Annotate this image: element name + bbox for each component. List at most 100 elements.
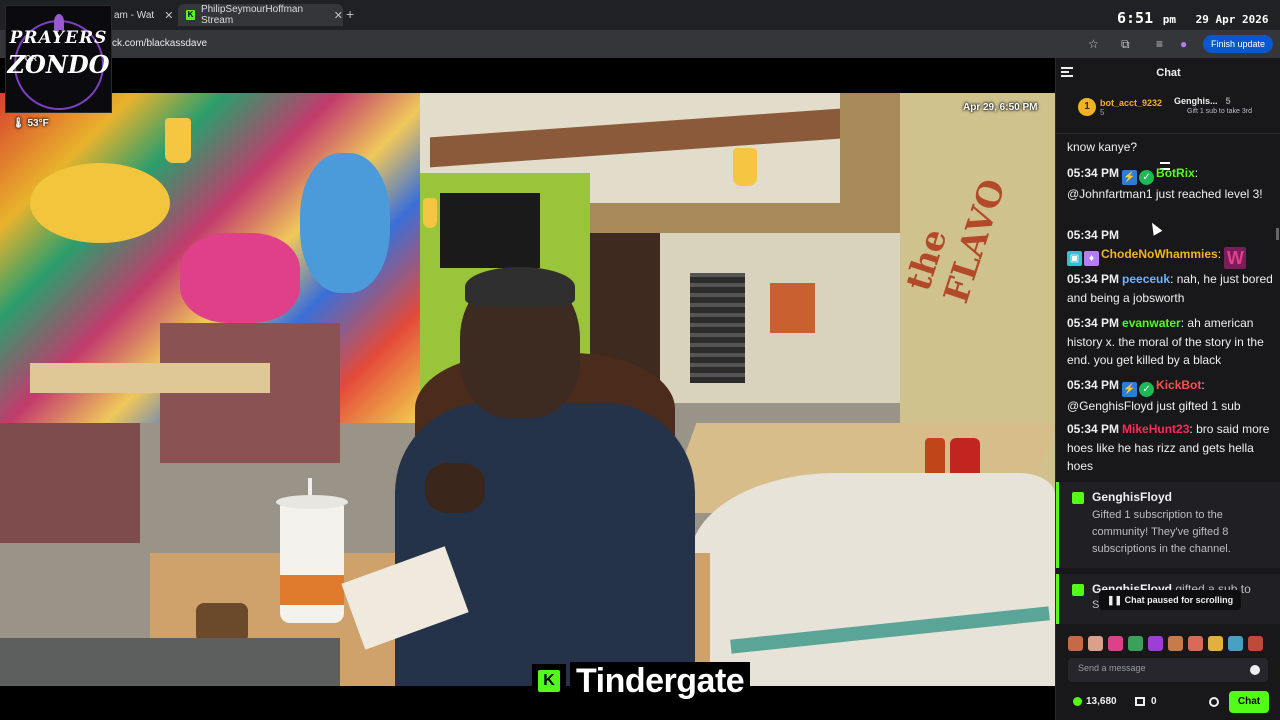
mural-shape (300, 153, 390, 293)
bot-badge-icon: ⚡ (1122, 170, 1138, 185)
wall-tv (440, 193, 540, 268)
mural-shape (30, 163, 170, 243)
chat-title: Chat (1156, 67, 1181, 79)
emote-icon[interactable] (1148, 636, 1163, 651)
staircase (690, 273, 745, 383)
close-icon[interactable]: ✕ (164, 9, 173, 22)
emote-icon[interactable] (1168, 636, 1183, 651)
message-username[interactable]: evanwater (1122, 316, 1181, 330)
chat-message: 05:34 PM ⚡ ✓ KickBot: @GenghisFloyd just gi… (1067, 378, 1241, 413)
tab-title: PhilipSeymourHoffman Stream (200, 4, 304, 26)
extensions-icon[interactable]: ⧉ (1121, 37, 1130, 52)
message-text: know kanye? (1067, 140, 1138, 154)
mural-shape (180, 233, 300, 323)
emote-icon[interactable] (1248, 636, 1263, 651)
chat-message: 05:34 PM evanwater: ah american history x… (1067, 316, 1264, 367)
cup-band (280, 575, 344, 605)
viewers-icon (1073, 697, 1082, 706)
chat-message: 05:34 PM ⚡ ✓ BotRix: @Johnfartman1 just rea… (1067, 166, 1263, 201)
chat-footer: 13,680 0 Chat (1056, 690, 1280, 720)
w-emote-icon: W (1224, 246, 1247, 269)
clock-date: 29 Apr 2026 (1195, 13, 1269, 26)
video-player[interactable]: the FLAVO (0, 93, 1055, 686)
finish-update-button[interactable]: Finish update (1203, 35, 1274, 53)
video-bottom-letterbox (0, 686, 1055, 720)
jar (196, 603, 248, 643)
message-time: 05:34 PM (1067, 316, 1120, 330)
emote-icon[interactable] (1108, 636, 1123, 651)
drink-cup (276, 495, 348, 623)
emote-icon[interactable] (1208, 636, 1223, 651)
url-field[interactable]: ck.com/blackassdave (112, 38, 207, 49)
chat-paused-banner[interactable]: ❚❚ Chat paused for scrolling (1099, 590, 1242, 610)
emote-icon[interactable] (1068, 636, 1083, 651)
rank-medal-icon: 1 (1078, 98, 1096, 116)
emote-icon[interactable] (1088, 636, 1103, 651)
leaderboard-entry[interactable]: Genghis... 5 (1174, 96, 1231, 106)
emote-bar (1068, 636, 1268, 651)
logo-text-main: ZONDO (7, 50, 110, 79)
gear-icon[interactable] (1209, 697, 1219, 707)
gift-event-card: GenghisFloyd gifted a sub to S ❚❚ Chat p… (1056, 574, 1280, 624)
prayers-for-zondo-logo: PRAYERS FOR ZONDO (5, 5, 112, 113)
message-username[interactable]: MikeHunt23 (1122, 422, 1189, 436)
message-username[interactable]: KickBot (1156, 378, 1201, 392)
pendant-lamp (165, 118, 191, 163)
viewer-count: 13,680 (1073, 696, 1117, 707)
clock-overlay: 6:51 pm 29 Apr 2026 (1117, 8, 1269, 27)
video-timestamp: Apr 29, 6:50 PM (963, 102, 1038, 113)
leaderboard-count: 5 (1225, 96, 1231, 106)
blanket (0, 638, 340, 686)
clock-ampm: pm (1162, 13, 1177, 26)
send-chat-button[interactable]: Chat (1229, 691, 1269, 713)
tab-stream-2[interactable]: K PhilipSeymourHoffman Stream ✕ (178, 4, 343, 26)
gift-count[interactable]: 0 (1135, 696, 1157, 707)
emote-icon[interactable] (1188, 636, 1203, 651)
kick-logo: K (532, 664, 566, 698)
temperature-readout: 🌡 53°F (12, 118, 49, 129)
logo-text-top: PRAYERS (9, 28, 108, 48)
message-text: @GenghisFloyd just gifted 1 sub (1067, 399, 1241, 413)
booth (160, 323, 340, 463)
cup-lid (276, 495, 348, 509)
chat-scrollbar[interactable] (1276, 228, 1279, 240)
verified-badge-icon: ✓ (1139, 170, 1155, 185)
wall-lettering: the FLAVO (898, 174, 1014, 308)
new-tab-button[interactable]: + (346, 6, 354, 22)
gifter-badge-icon: ♦ (1084, 250, 1099, 266)
clock-time: 6:51 (1117, 9, 1154, 27)
profile-avatar-icon[interactable]: ● (1180, 37, 1187, 51)
white-cloth (690, 473, 1055, 686)
man-eating (395, 263, 695, 686)
message-time: 05:34 PM (1067, 422, 1120, 436)
hair (465, 267, 575, 307)
caption-text: Tindergate (570, 662, 751, 700)
chat-message: 05:34 PM ▣ ♦ ChodeNoWhammies: W (1067, 226, 1275, 269)
booth (0, 423, 140, 543)
emote-icon[interactable] (1128, 636, 1143, 651)
message-username[interactable]: peeceuk (1122, 272, 1170, 286)
pendant-lamp (733, 148, 757, 186)
chat-header: Chat (1056, 58, 1280, 90)
leaderboard-count: 5 (1100, 108, 1105, 117)
chat-panel: Chat 1 bot_acct_9232 5 Genghis... 5 Gift … (1055, 58, 1280, 720)
bookmark-star-icon[interactable]: ☆ (1088, 37, 1099, 51)
subscriber-badge-icon: ▣ (1067, 250, 1082, 266)
hand (425, 463, 485, 513)
close-icon[interactable]: ✕ (334, 9, 343, 22)
emote-icon[interactable] (1228, 636, 1243, 651)
gift-username[interactable]: GenghisFloyd (1092, 490, 1172, 504)
emoji-icon[interactable] (1250, 665, 1260, 675)
media-controls-icon[interactable]: ≡ (1156, 37, 1163, 51)
video-top-letterbox (0, 58, 1055, 93)
message-username[interactable]: ChodeNoWhammies (1101, 247, 1218, 261)
temperature-value: 53°F (27, 118, 49, 129)
tab-stream-1[interactable]: am - Wat ✕ (112, 4, 176, 26)
gift-box-icon (1135, 697, 1145, 706)
leaderboard-hint: Gift 1 sub to take 3rd (1187, 108, 1252, 115)
chat-message-input[interactable] (1078, 663, 1238, 673)
leaderboard-entry[interactable]: 1 bot_acct_9232 5 (1078, 98, 1162, 117)
chat-input-box (1068, 658, 1268, 682)
message-username[interactable]: BotRix (1156, 166, 1195, 180)
chat-messages[interactable]: know kanye? 05:34 PM ⚡ ✓ BotRix: @Johnfartm… (1056, 138, 1280, 482)
